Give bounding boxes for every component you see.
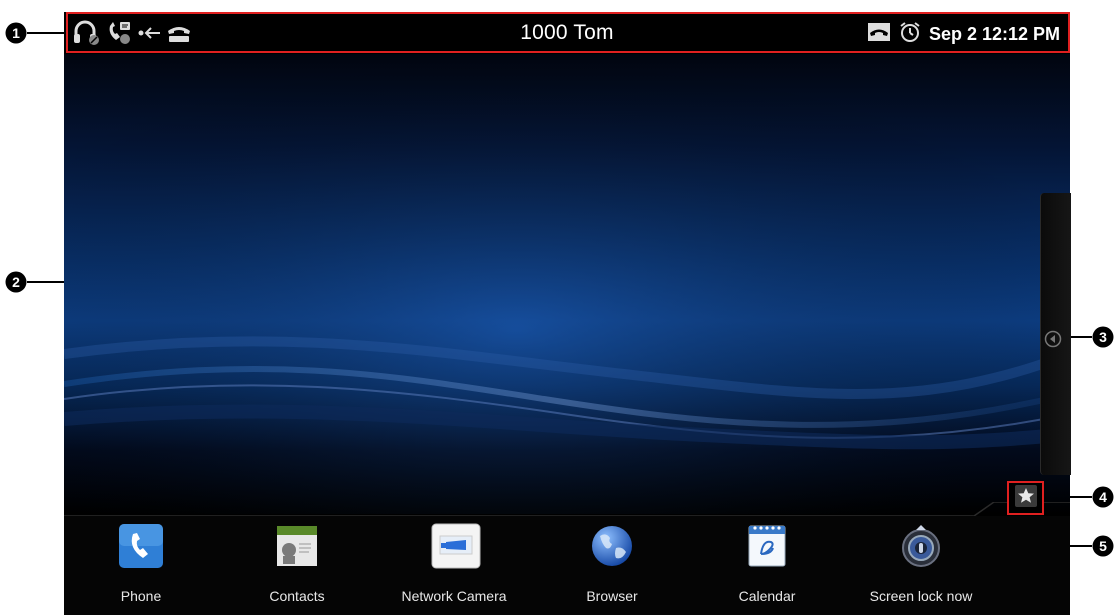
handset-onhook-icon bbox=[867, 21, 891, 48]
dock-app-screen-lock[interactable]: Screen lock now bbox=[851, 522, 991, 604]
svg-text:2: 2 bbox=[12, 274, 20, 290]
dock-app-browser[interactable]: Browser bbox=[542, 522, 682, 604]
globe-icon bbox=[588, 522, 636, 570]
callout-1: 1 bbox=[5, 22, 27, 44]
svg-text:1: 1 bbox=[12, 25, 20, 41]
dock-app-network-camera[interactable]: Network Camera bbox=[384, 522, 524, 604]
device-screen: 1000 Tom Sep 2 12:12 PM Phone Contacts N… bbox=[64, 12, 1070, 615]
wallpaper-waves bbox=[64, 54, 1070, 514]
status-bar[interactable]: 1000 Tom Sep 2 12:12 PM bbox=[64, 12, 1070, 54]
star-icon bbox=[1014, 484, 1037, 512]
svg-text:4: 4 bbox=[1099, 489, 1107, 505]
status-datetime: Sep 2 12:12 PM bbox=[928, 24, 1060, 44]
svg-text:5: 5 bbox=[1099, 538, 1107, 554]
app-label: Calendar bbox=[738, 588, 796, 604]
calendar-icon bbox=[743, 522, 791, 570]
dock-app-calendar[interactable]: Calendar bbox=[697, 522, 837, 604]
app-label: Browser bbox=[586, 588, 638, 604]
alarm-clock-icon bbox=[899, 21, 921, 48]
arrow-left-icon[interactable] bbox=[1044, 330, 1062, 353]
callout-3: 3 bbox=[1092, 326, 1114, 348]
callout-2: 2 bbox=[5, 271, 27, 293]
status-right-icons: Sep 2 12:12 PM bbox=[867, 21, 1060, 48]
callout-1-line bbox=[27, 32, 67, 34]
callout-4: 4 bbox=[1092, 486, 1114, 508]
app-label: Screen lock now bbox=[869, 588, 973, 604]
phone-icon bbox=[117, 522, 165, 570]
app-label: Phone bbox=[120, 588, 162, 604]
home-wallpaper[interactable] bbox=[64, 54, 1070, 514]
lock-icon bbox=[897, 522, 945, 570]
camera-icon bbox=[430, 522, 481, 570]
app-label: Network Camera bbox=[401, 588, 507, 604]
app-label: Contacts bbox=[269, 588, 325, 604]
contacts-icon bbox=[273, 522, 321, 570]
dock-app-phone[interactable]: Phone bbox=[71, 522, 211, 604]
callout-5: 5 bbox=[1092, 535, 1114, 557]
svg-text:3: 3 bbox=[1099, 329, 1107, 345]
dock-app-contacts[interactable]: Contacts bbox=[227, 522, 367, 604]
favorites-button[interactable] bbox=[1007, 481, 1044, 515]
